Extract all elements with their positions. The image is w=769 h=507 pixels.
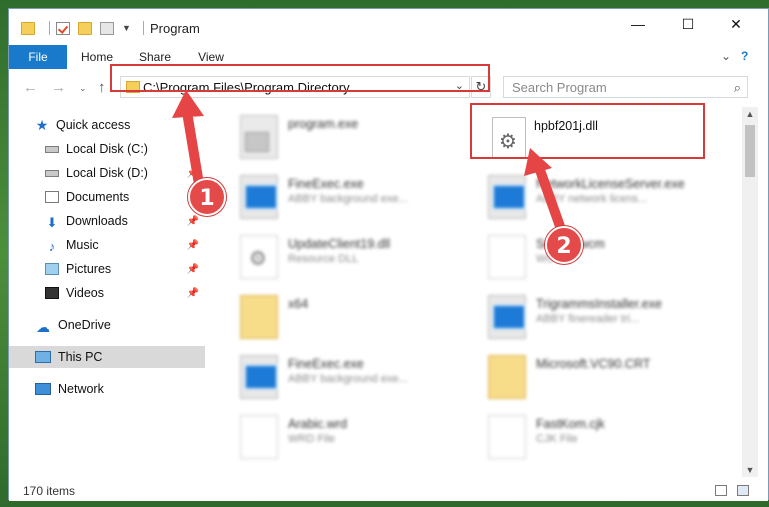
arrow-one	[172, 90, 205, 195]
arrow-two	[524, 148, 567, 237]
callout-badge-1: 1	[188, 178, 226, 216]
callout-arrows	[172, 90, 567, 237]
callout-badge-2: 2	[545, 226, 583, 264]
